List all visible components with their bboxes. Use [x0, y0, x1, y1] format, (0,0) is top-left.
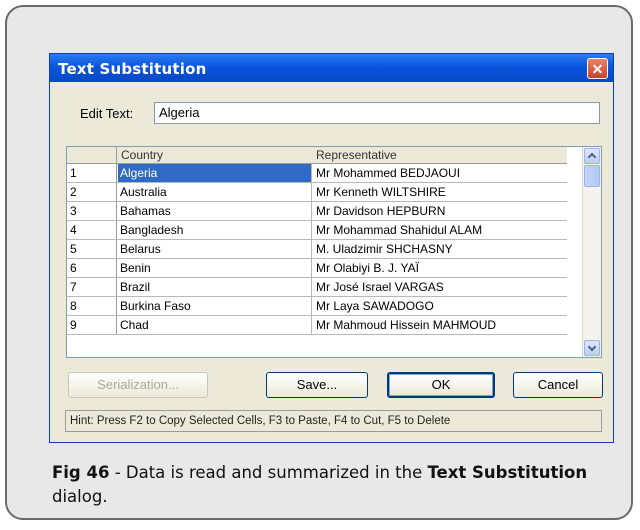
country-cell[interactable]: Algeria — [118, 164, 312, 182]
figure-caption: Fig 46 - Data is read and summarized in … — [52, 461, 592, 509]
close-icon[interactable] — [587, 58, 608, 79]
country-cell[interactable]: Brazil — [118, 278, 312, 296]
scroll-thumb[interactable] — [584, 165, 600, 187]
caption-text: - Data is read and summarized in the — [109, 463, 428, 482]
country-cell[interactable]: Burkina Faso — [118, 297, 312, 315]
dialog-title: Text Substitution — [58, 60, 207, 78]
representative-cell[interactable]: M. Uladzimir SHCHASNY — [313, 240, 570, 258]
serialization-button[interactable]: Serialization... — [68, 372, 208, 398]
edit-text-input[interactable]: Algeria — [154, 102, 600, 124]
country-cell[interactable]: Australia — [118, 183, 312, 201]
representative-cell[interactable]: Mr José Israel VARGAS — [313, 278, 570, 296]
table-row[interactable]: 6 Benin Mr Olabiyi B. J. YAÏ — [67, 259, 567, 278]
representative-cell[interactable]: Mr Olabiyi B. J. YAÏ — [313, 259, 570, 277]
caption-bold-text: Text Substitution — [427, 463, 588, 482]
edit-text-label: Edit Text: — [80, 106, 134, 121]
substitution-grid[interactable]: Country Representative 1 Algeria Mr Moha… — [66, 146, 602, 358]
column-header-representative[interactable]: Representative — [316, 148, 397, 162]
row-number: 3 — [67, 202, 117, 220]
table-row[interactable]: 2 Australia Mr Kenneth WILTSHIRE — [67, 183, 567, 202]
vertical-scrollbar[interactable] — [582, 147, 601, 357]
row-number: 7 — [67, 278, 117, 296]
table-row[interactable]: 1 Algeria Mr Mohammed BEDJAOUI — [67, 164, 567, 183]
grid-header: Country Representative — [67, 147, 567, 164]
title-bar[interactable]: Text Substitution — [50, 54, 613, 82]
row-number: 4 — [67, 221, 117, 239]
text-substitution-dialog: Text Substitution Edit Text: Algeria Cou… — [49, 53, 614, 443]
representative-cell[interactable]: Mr Mohammed BEDJAOUI — [313, 164, 570, 182]
row-number: 8 — [67, 297, 117, 315]
row-number: 9 — [67, 316, 117, 334]
ok-button[interactable]: OK — [387, 372, 495, 398]
representative-cell[interactable]: Mr Laya SAWADOGO — [313, 297, 570, 315]
table-row[interactable]: 7 Brazil Mr José Israel VARGAS — [67, 278, 567, 297]
country-cell[interactable]: Chad — [118, 316, 312, 334]
figure-frame: Text Substitution Edit Text: Algeria Cou… — [5, 5, 633, 520]
save-button[interactable]: Save... — [266, 372, 368, 398]
column-header-country[interactable]: Country — [121, 148, 163, 162]
scroll-down-icon[interactable] — [584, 340, 600, 356]
table-row[interactable]: 4 Bangladesh Mr Mohammad Shahidul ALAM — [67, 221, 567, 240]
country-cell[interactable]: Bahamas — [118, 202, 312, 220]
country-cell[interactable]: Benin — [118, 259, 312, 277]
representative-cell[interactable]: Mr Mohammad Shahidul ALAM — [313, 221, 570, 239]
representative-cell[interactable]: Mr Kenneth WILTSHIRE — [313, 183, 570, 201]
country-cell[interactable]: Belarus — [118, 240, 312, 258]
hint-bar: Hint: Press F2 to Copy Selected Cells, F… — [65, 410, 602, 432]
row-number: 2 — [67, 183, 117, 201]
cancel-button[interactable]: Cancel — [513, 372, 603, 398]
row-number: 1 — [67, 164, 117, 182]
caption-text-end: dialog. — [52, 487, 108, 506]
row-number: 5 — [67, 240, 117, 258]
scroll-up-icon[interactable] — [584, 148, 600, 164]
representative-cell[interactable]: Mr Mahmoud Hissein MAHMOUD — [313, 316, 570, 334]
grid-corner — [67, 147, 117, 163]
table-row[interactable]: 5 Belarus M. Uladzimir SHCHASNY — [67, 240, 567, 259]
caption-figure-number: Fig 46 — [52, 463, 110, 482]
representative-cell[interactable]: Mr Davidson HEPBURN — [313, 202, 570, 220]
table-row[interactable]: 3 Bahamas Mr Davidson HEPBURN — [67, 202, 567, 221]
table-row[interactable]: 9 Chad Mr Mahmoud Hissein MAHMOUD — [67, 316, 567, 335]
row-number: 6 — [67, 259, 117, 277]
table-row[interactable]: 8 Burkina Faso Mr Laya SAWADOGO — [67, 297, 567, 316]
country-cell[interactable]: Bangladesh — [118, 221, 312, 239]
